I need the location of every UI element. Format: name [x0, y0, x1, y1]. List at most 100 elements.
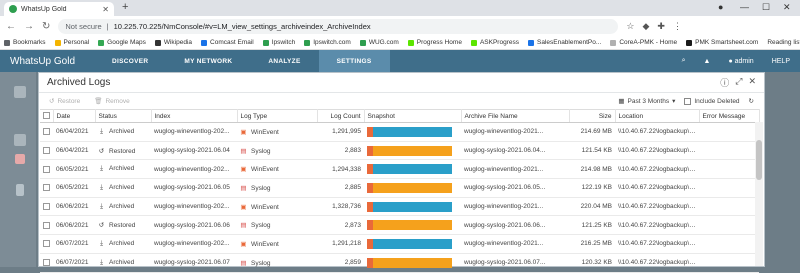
help-icon[interactable]: ⓘ: [720, 76, 729, 89]
row-checkbox[interactable]: [43, 202, 50, 210]
date-range-dropdown[interactable]: ▦ Past 3 Months ▾: [618, 97, 675, 106]
bookmark-icon: [407, 39, 414, 46]
column-header-snapshot[interactable]: Snapshot: [364, 109, 462, 123]
snapshot-cell: [364, 253, 461, 273]
size-cell: 214.98 MB: [569, 159, 615, 180]
nav-menu-settings[interactable]: SETTINGS: [318, 50, 390, 72]
include-deleted-checkbox[interactable]: [684, 97, 692, 105]
snapshot-cell: [364, 197, 461, 217]
error-message-cell: [699, 122, 759, 142]
extensions-puzzle-icon[interactable]: ✚: [657, 21, 665, 32]
forward-icon[interactable]: →: [24, 21, 34, 32]
column-header-index[interactable]: Index: [151, 109, 238, 123]
extension-icon[interactable]: ◆: [642, 21, 649, 32]
bookmark-item[interactable]: CoreA-PMK - Home: [610, 39, 677, 46]
minimize-icon[interactable]: —: [740, 2, 749, 12]
restore-icon: ↺: [98, 222, 105, 230]
table-row[interactable]: 06/04/2021 ↺ Restored wuglog-syslog-2021.06…: [40, 141, 759, 161]
table-row[interactable]: 06/05/2021 ⤓ Archived wuglog-syslog-2021.06…: [40, 178, 759, 198]
bookmark-item[interactable]: Ipswitch.com: [304, 39, 351, 46]
status-label: Archived: [109, 239, 135, 247]
close-tab-icon[interactable]: ✕: [102, 5, 109, 14]
column-header-location[interactable]: Location: [615, 109, 700, 123]
back-icon[interactable]: ←: [6, 21, 16, 32]
vertical-scrollbar[interactable]: [755, 122, 763, 266]
app-brand[interactable]: WhatsUp Gold: [0, 56, 94, 67]
bookmark-item[interactable]: Wikipedia: [154, 39, 192, 46]
index-cell: wuglog-wineventlog-202...: [151, 234, 237, 254]
snapshot-bar: [367, 201, 452, 212]
browser-tab-strip: WhatsUp Gold ✕ + ● — ☐ ✕: [0, 0, 800, 16]
bookmark-item[interactable]: ASKProgress: [470, 39, 519, 46]
table-row[interactable]: 06/04/2021 ⤓ Archived wuglog-wineventlog-20…: [40, 122, 759, 142]
remove-button[interactable]: 🗑 Remove: [94, 97, 129, 106]
table-row[interactable]: 06/07/2021 ⤓ Archived wuglog-syslog-2021.06…: [40, 253, 759, 273]
address-bar[interactable]: Not secure | 10.225.70.225/NmConsole/#v=…: [58, 18, 619, 34]
reload-icon[interactable]: ↻: [42, 21, 50, 32]
table-row[interactable]: 06/07/2021 ⤓ Archived wuglog-wineventlog-20…: [40, 234, 759, 254]
help-link[interactable]: HELP: [772, 58, 790, 65]
close-window-icon[interactable]: ✕: [783, 2, 791, 13]
column-header-status[interactable]: Status: [95, 109, 152, 123]
log-count-cell: 2,859: [317, 253, 364, 273]
nav-menu-analyze[interactable]: ANALYZE: [250, 50, 318, 72]
bookmark-item[interactable]: Comcast Email: [201, 39, 254, 46]
search-icon[interactable]: ⌕: [682, 57, 686, 65]
snapshot-bar: [367, 145, 452, 156]
select-all-checkbox[interactable]: [43, 112, 50, 120]
column-header-size[interactable]: Size: [569, 109, 616, 123]
row-checkbox[interactable]: [43, 146, 50, 154]
column-header-error-message[interactable]: Error Message: [699, 109, 760, 123]
row-checkbox[interactable]: [43, 128, 50, 136]
reading-list[interactable]: Reading list: [767, 39, 800, 46]
table-row[interactable]: 06/06/2021 ⤓ Archived wuglog-wineventlog-20…: [40, 197, 759, 217]
new-tab-icon[interactable]: +: [122, 1, 128, 13]
column-header-log-type[interactable]: Log Type: [237, 109, 318, 123]
restore-button[interactable]: ↺ Restore: [49, 97, 80, 106]
snapshot-segment: [373, 145, 452, 156]
column-header-archive-file-name[interactable]: Archive File Name: [461, 109, 570, 123]
browser-tab[interactable]: WhatsUp Gold ✕: [4, 2, 114, 16]
log-type-label: Syslog: [251, 222, 271, 230]
expand-icon[interactable]: ⤢: [735, 76, 742, 89]
row-checkbox[interactable]: [43, 221, 50, 229]
column-header-date[interactable]: Date: [53, 109, 96, 123]
column-header-log-count[interactable]: Log Count: [317, 109, 365, 123]
bookmark-item[interactable]: Progress Home: [407, 39, 462, 46]
index-cell: wuglog-wineventlog-202...: [151, 159, 237, 180]
maximize-icon[interactable]: ☐: [762, 2, 770, 13]
bookmark-item[interactable]: Ipswitch: [262, 39, 295, 46]
bookmark-item[interactable]: PMK Smartsheet.com: [686, 39, 758, 46]
menu-icon[interactable]: ⋮: [673, 21, 682, 32]
bookmark-label: ASKProgress: [479, 39, 519, 46]
archive-icon: ⤓: [100, 165, 103, 173]
log-type-label: WinEvent: [251, 203, 279, 211]
row-checkbox[interactable]: [43, 184, 50, 192]
bookmark-item[interactable]: WUG.com: [359, 39, 399, 46]
row-checkbox[interactable]: [43, 259, 50, 267]
bookmark-item[interactable]: Google Maps: [98, 39, 146, 46]
bookmark-label: Progress Home: [416, 39, 462, 46]
row-checkbox[interactable]: [43, 240, 50, 248]
table-row[interactable]: 06/06/2021 ↺ Restored wuglog-syslog-2021.06…: [40, 215, 759, 236]
nav-menu-my-network[interactable]: MY NETWORK: [166, 50, 250, 72]
nav-menu-discover[interactable]: DISCOVER: [94, 50, 166, 72]
bookmark-star-icon[interactable]: ☆: [626, 21, 634, 32]
row-checkbox[interactable]: [43, 165, 50, 173]
table-row[interactable]: 06/05/2021 ⤓ Archived wuglog-wineventlog-20…: [40, 159, 759, 180]
scrollbar-thumb[interactable]: [756, 140, 762, 180]
close-icon[interactable]: ✕: [748, 76, 756, 89]
include-deleted-toggle[interactable]: Include Deleted: [684, 97, 740, 105]
location-cell: \\10.40.67.22\logbackup\1...: [615, 159, 699, 180]
snapshot-cell: [364, 159, 461, 180]
profile-icon[interactable]: ●: [718, 2, 723, 12]
bookmark-icon: [610, 39, 617, 46]
bookmark-item[interactable]: Personal: [54, 39, 89, 46]
user-menu[interactable]: ● admin: [728, 58, 753, 65]
refresh-icon[interactable]: ↻: [749, 97, 754, 105]
not-secure-label: Not secure: [65, 21, 102, 31]
bookmark-item[interactable]: SalesEnablementPo...: [527, 39, 601, 46]
notifications-icon[interactable]: ▲: [704, 58, 711, 65]
dialog-header: Archived Logs ⓘ ⤢ ✕: [39, 73, 764, 93]
bookmark-item[interactable]: Bookmarks: [4, 39, 46, 46]
